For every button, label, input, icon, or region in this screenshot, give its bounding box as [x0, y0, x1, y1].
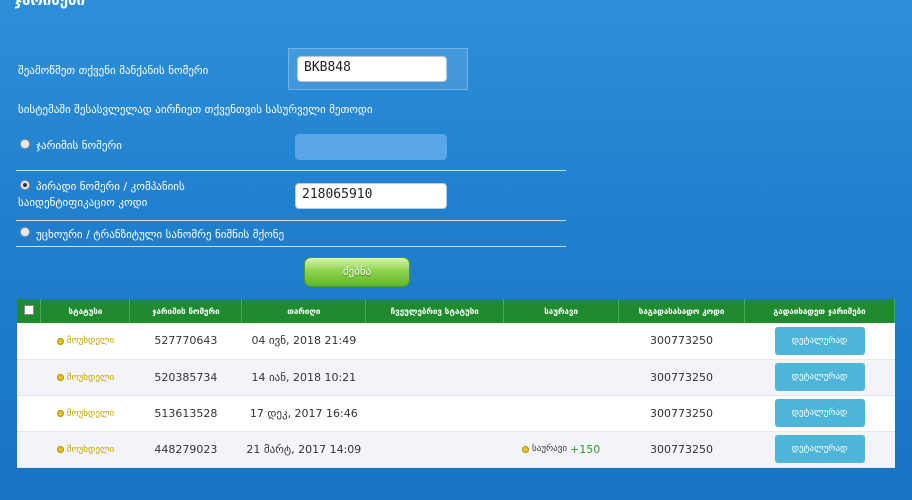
tax-code: 300773250 — [618, 395, 745, 432]
col-surcharge: საურავი — [503, 299, 620, 323]
plate-input[interactable]: BKB848 — [297, 56, 447, 82]
divider — [16, 246, 566, 247]
table-row: მოუხდელი 527770643 04 ივნ, 2018 21:49 30… — [17, 323, 895, 360]
status-text: მოუხდელი — [66, 408, 115, 419]
fines-table: სტატუსი ჯარიმის ნომერი თარიღი ჩვეულებრივ… — [17, 299, 895, 468]
status-dot-icon — [56, 410, 64, 417]
radio-personal-id[interactable] — [20, 180, 30, 190]
status-text: მოუხდელი — [66, 372, 115, 383]
details-button[interactable]: დეტალურად — [774, 435, 865, 463]
fine-date: 04 ივნ, 2018 21:49 — [241, 323, 366, 360]
divider — [16, 170, 566, 171]
fine-number: 448279023 — [129, 431, 242, 468]
col-date: თარიღი — [241, 299, 367, 323]
status-text: მოუხდელი — [66, 336, 115, 347]
fine-number-input[interactable] — [295, 134, 447, 160]
surcharge-cell: საურავი +150 — [503, 431, 619, 468]
tax-code: 300773250 — [618, 431, 745, 468]
status-text: მოუხდელი — [66, 444, 115, 455]
fine-number: 520385734 — [129, 359, 242, 396]
divider — [16, 220, 566, 221]
select-all-header — [17, 299, 42, 323]
page-title: ჯარიმები — [14, 0, 85, 9]
surcharge-amount: +150 — [570, 442, 601, 456]
surcharge-cell — [503, 323, 619, 360]
tax-code: 300773250 — [618, 359, 745, 396]
fine-date: 21 მარტ, 2017 14:09 — [241, 431, 366, 468]
surcharge-label: საურავი — [532, 444, 567, 455]
details-button[interactable]: დეტალურად — [774, 326, 865, 355]
tax-code: 300773250 — [618, 323, 745, 360]
fine-date: 17 დეკ, 2017 16:46 — [241, 395, 366, 432]
radio-foreign-plate[interactable] — [20, 227, 30, 237]
details-button[interactable]: დეტალურად — [774, 399, 865, 427]
fine-number: 513613528 — [129, 395, 242, 432]
fine-date: 14 იან, 2018 10:21 — [241, 359, 366, 396]
status-dot-icon — [56, 337, 64, 345]
col-status: სტატუსი — [40, 299, 131, 323]
details-button[interactable]: დეტალურად — [774, 363, 865, 391]
table-row: მოუხდელი 513613528 17 დეკ, 2017 16:46 30… — [17, 395, 895, 432]
select-all-checkbox[interactable] — [23, 305, 34, 315]
plate-label: შეამოწმეთ თქვენი მანქანის ნომერი — [18, 64, 209, 77]
status-dot-icon — [56, 374, 64, 381]
search-button[interactable]: ძებნა — [304, 257, 410, 287]
fine-number: 527770643 — [129, 323, 242, 360]
col-tax-code: საგადასახადო კოდი — [618, 299, 746, 323]
col-appeal-status: ჩვეულებრივ სტატუსი — [365, 299, 505, 323]
personal-id-input[interactable]: 218065910 — [295, 183, 447, 209]
table-row: მოუხდელი 520385734 14 იან, 2018 10:21 30… — [17, 359, 895, 396]
surcharge-cell — [503, 395, 619, 432]
col-fine-number: ჯარიმის ნომერი — [129, 299, 243, 323]
radio-fine-number[interactable] — [20, 139, 30, 149]
surcharge-cell — [503, 359, 619, 396]
radio-foreign-plate-label: უცხოური / ტრანზიტული სანომრე ნიშნის მქონ… — [36, 228, 285, 241]
col-pay: გადაიხადეთ ჯარიმები — [744, 299, 895, 323]
status-dot-icon — [56, 446, 64, 453]
radio-personal-id-label-line2: საიდენტიფიკაციო კოდი — [18, 196, 148, 209]
method-label: სისტემაში შესასვლელად აირჩიეთ თქვენთვის … — [18, 103, 373, 116]
table-header-row: სტატუსი ჯარიმის ნომერი თარიღი ჩვეულებრივ… — [17, 299, 895, 323]
radio-personal-id-label-line1: პირადი ნომერი / კომპანიის — [36, 180, 185, 193]
table-row: მოუხდელი 448279023 21 მარტ, 2017 14:09 ს… — [17, 431, 895, 468]
surcharge-dot-icon — [522, 445, 530, 453]
radio-fine-number-label: ჯარიმის ნომერი — [36, 139, 122, 152]
